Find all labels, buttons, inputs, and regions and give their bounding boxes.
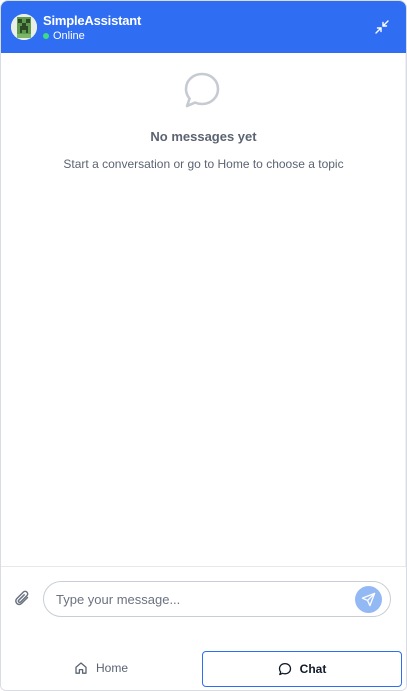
message-list: No messages yet Start a conversation or … [1,53,406,566]
chat-header: SimpleAssistant Online [1,1,406,53]
status-label: Online [53,30,85,42]
assistant-name: SimpleAssistant [43,13,142,28]
creeper-avatar-icon [11,14,37,40]
tab-chat[interactable]: Chat [202,651,402,687]
home-icon [75,662,87,674]
chat-widget: SimpleAssistant Online No messages yet S… [0,0,407,691]
tab-home[interactable]: Home [3,651,199,685]
bottom-tab-bar: Home Chat [1,648,406,690]
empty-state-title: No messages yet [150,129,257,144]
send-button[interactable] [355,586,382,613]
message-input-wrapper [43,581,391,617]
chat-bubble-icon [182,70,222,110]
message-input[interactable] [56,582,346,616]
online-status: Online [43,30,85,42]
message-composer [1,566,406,649]
tab-chat-label: Chat [299,662,327,676]
send-icon [361,592,376,607]
chat-bubble-icon [278,662,291,676]
tab-home-label: Home [95,661,128,675]
empty-state-subtitle: Start a conversation or go to Home to ch… [63,157,344,171]
minimize-arrows-icon [375,20,389,34]
attach-button[interactable] [13,589,33,609]
minimize-button[interactable] [372,17,392,37]
status-dot-icon [43,33,49,39]
paperclip-icon [15,590,29,606]
